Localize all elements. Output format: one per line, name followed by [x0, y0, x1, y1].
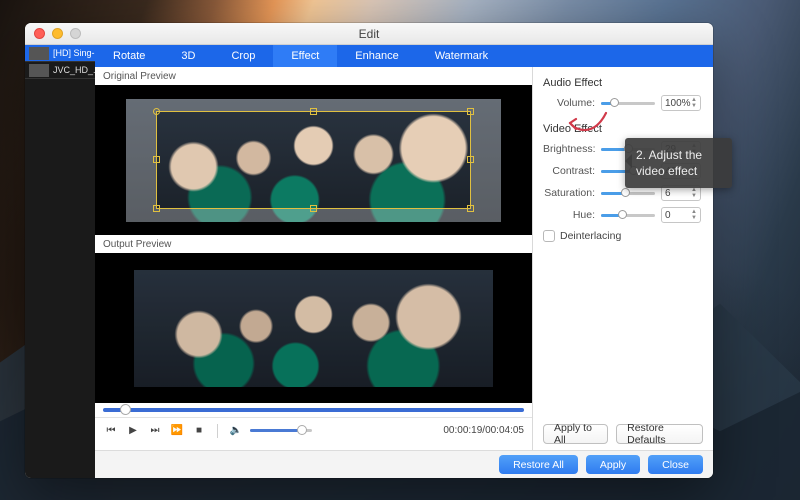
output-preview-image: [134, 270, 492, 387]
sidebar-item-clip[interactable]: JVC_HD_...: [25, 62, 95, 79]
next-button[interactable]: ⏭: [147, 425, 163, 436]
desktop-wallpaper: Edit [HD] Sing-... JVC_HD_... Rotate 3D …: [0, 0, 800, 500]
output-preview: [95, 253, 532, 403]
effects-panel: Audio Effect Volume: 100% ▲▼ Video Eff: [533, 67, 713, 450]
stepper-arrows-icon[interactable]: ▲▼: [689, 208, 699, 222]
volume-knob[interactable]: [297, 425, 307, 435]
volume-stepper[interactable]: 100% ▲▼: [661, 95, 701, 111]
window-title: Edit: [25, 27, 713, 41]
ffwd-button[interactable]: ⏩: [169, 425, 185, 436]
prev-button[interactable]: ⏮: [103, 425, 119, 436]
preview-column: Original Preview Output: [95, 67, 533, 450]
saturation-label: Saturation:: [543, 187, 601, 199]
hue-value: 0: [665, 210, 671, 221]
close-button[interactable]: Close: [648, 455, 703, 474]
tab-bar: Rotate 3D Crop Effect Enhance Watermark: [95, 45, 713, 67]
play-button[interactable]: ▶: [125, 425, 141, 436]
playback-track[interactable]: [95, 403, 532, 417]
playhead-knob[interactable]: [120, 404, 131, 415]
tab-watermark[interactable]: Watermark: [417, 45, 506, 67]
hue-label: Hue:: [543, 209, 601, 221]
stepper-arrows-icon[interactable]: ▲▼: [689, 186, 699, 200]
deinterlace-checkbox[interactable]: [543, 230, 555, 242]
original-preview-image: [126, 99, 502, 222]
divider: [217, 424, 218, 438]
tab-rotate[interactable]: Rotate: [95, 45, 163, 67]
original-preview-label: Original Preview: [95, 67, 532, 85]
brightness-label: Brightness:: [543, 143, 601, 155]
sidebar-item-label: JVC_HD_...: [53, 65, 95, 75]
stop-button[interactable]: ■: [191, 425, 207, 436]
contrast-label: Contrast:: [543, 165, 601, 177]
apply-to-all-button[interactable]: Apply to All: [543, 424, 608, 444]
volume-label: Volume:: [543, 97, 601, 109]
hue-slider[interactable]: [601, 214, 655, 217]
clip-sidebar: [HD] Sing-... JVC_HD_...: [25, 45, 95, 478]
hue-stepper[interactable]: 0 ▲▼: [661, 207, 701, 223]
volume-value: 100%: [665, 98, 691, 109]
audio-effect-title: Audio Effect: [543, 77, 703, 89]
callout-text: 2. Adjust the video effect: [636, 148, 702, 178]
apply-button[interactable]: Apply: [586, 455, 640, 474]
video-effect-title: Video Effect: [543, 123, 703, 135]
tutorial-callout: 2. Adjust the video effect: [625, 138, 732, 188]
tab-3d[interactable]: 3D: [163, 45, 213, 67]
restore-defaults-button[interactable]: Restore Defaults: [616, 424, 703, 444]
stepper-arrows-icon[interactable]: ▲▼: [689, 96, 699, 110]
output-preview-label: Output Preview: [95, 235, 532, 253]
window-footer: Restore All Apply Close: [95, 450, 713, 478]
clip-thumb: [29, 64, 49, 77]
edit-window: Edit [HD] Sing-... JVC_HD_... Rotate 3D …: [25, 23, 713, 478]
crop-overlay[interactable]: [156, 111, 472, 209]
sidebar-item-clip[interactable]: [HD] Sing-...: [25, 45, 95, 62]
restore-all-button[interactable]: Restore All: [499, 455, 578, 474]
clip-thumb: [29, 47, 49, 60]
original-preview: [95, 85, 532, 235]
tab-effect[interactable]: Effect: [273, 45, 337, 67]
volume-slider[interactable]: [250, 429, 312, 432]
timecode: 00:00:19/00:04:05: [443, 425, 524, 436]
deinterlace-label: Deinterlacing: [560, 230, 621, 242]
volume-effect-slider[interactable]: [601, 102, 655, 105]
sidebar-item-label: [HD] Sing-...: [53, 48, 95, 58]
speaker-icon[interactable]: 🔈: [228, 425, 244, 436]
tab-enhance[interactable]: Enhance: [337, 45, 416, 67]
playback-controls: ⏮ ▶ ⏭ ⏩ ■ 🔈 00:00:19/00:04:05: [95, 417, 532, 443]
tab-crop[interactable]: Crop: [213, 45, 273, 67]
saturation-slider[interactable]: [601, 192, 655, 195]
titlebar[interactable]: Edit: [25, 23, 713, 45]
saturation-value: 6: [665, 188, 671, 199]
